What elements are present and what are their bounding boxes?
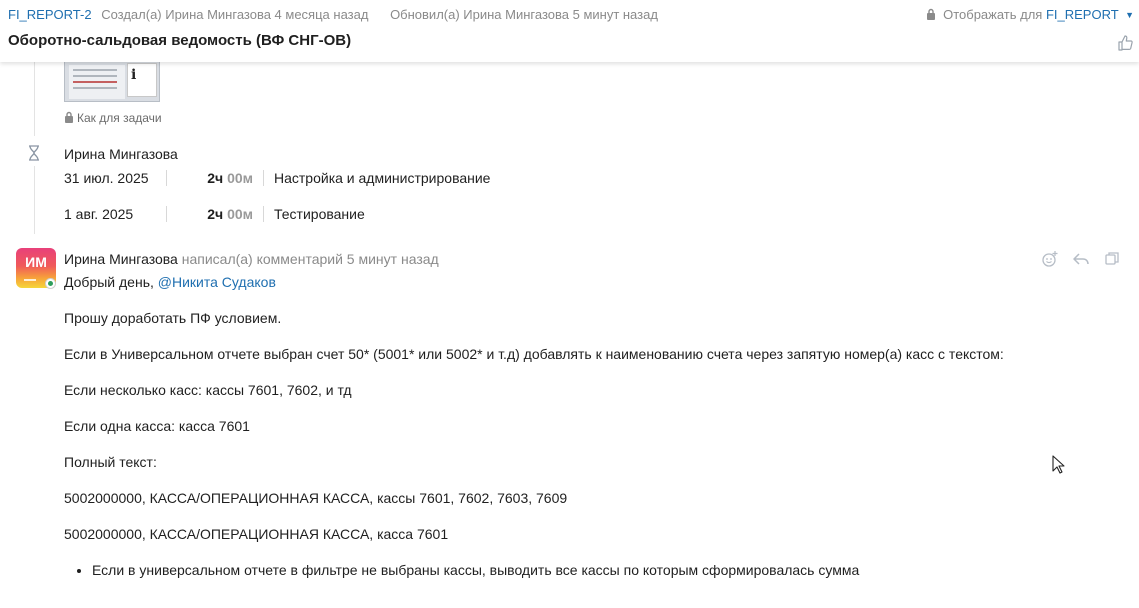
comment-author[interactable]: Ирина Мингазова [64, 251, 178, 267]
comment-paragraph: 5002000000, КАССА/ОПЕРАЦИОННАЯ КАССА, ка… [64, 490, 568, 506]
copy-icon[interactable] [1103, 250, 1121, 268]
worklog-entry: 31 июл. 2025 2ч 00м Настройка и администри… [64, 168, 490, 188]
issue-key-link[interactable]: FI_REPORT-2 [8, 7, 92, 22]
status-badge [45, 278, 56, 289]
worklog-duration: 2ч 00м [167, 204, 263, 224]
emoji-reaction-icon[interactable] [1041, 250, 1059, 268]
issue-header: FI_REPORT-2 Создал(а) Ирина Мингазова 4 … [0, 0, 1139, 62]
comment-body: Добрый день, @Никита Судаков Прошу дораб… [64, 271, 1024, 581]
comment-paragraph: Если в Универсальном отчете выбран счет … [64, 346, 1004, 362]
worklog-date: 31 июл. 2025 [64, 170, 149, 186]
worklog-minutes: 00м [227, 206, 253, 222]
comment-paragraph: Если одна касса: касса 7601 [64, 418, 250, 434]
page-title: Оборотно-сальдовая ведомость (ВФ СНГ-ОВ) [8, 32, 352, 49]
timeline-line [34, 166, 35, 234]
issue-meta: FI_REPORT-2 Создал(а) Ирина Мингазова 4 … [8, 7, 658, 23]
worklog-activity: Тестирование [274, 206, 365, 222]
lock-icon [926, 8, 936, 24]
lock-icon [64, 111, 74, 126]
worklog-entry: 1 авг. 2025 2ч 00м Тестирование [64, 204, 365, 224]
worklog-author[interactable]: Ирина Мингазова [64, 146, 178, 163]
worklog-duration: 2ч 00м [167, 168, 263, 188]
comment-paragraph: Полный текст: [64, 454, 157, 470]
comment-bullet-list: Если в универсальном отчете в фильтре не… [92, 559, 1024, 581]
comment-action: написал(а) комментарий 5 минут назад [181, 251, 439, 267]
visibility-selector[interactable]: Отображать для FI_REPORT ▼ [926, 7, 1134, 24]
comment-paragraph: Прошу доработать ПФ условием. [64, 310, 282, 326]
worklog-hours: 2ч [207, 170, 224, 186]
avatar-initials: ИМ [25, 254, 47, 270]
chevron-down-icon: ▼ [1125, 10, 1134, 20]
visibility-label: Отображать для [943, 7, 1043, 22]
hourglass-icon [27, 145, 41, 161]
like-icon[interactable] [1117, 35, 1133, 51]
comment-actions [1041, 250, 1121, 268]
user-mention-link[interactable]: @Никита Судаков [158, 274, 276, 290]
comment-header: Ирина Мингазова написал(а) комментарий 5… [64, 251, 439, 268]
worklog-date: 1 авг. 2025 [64, 206, 134, 222]
comment-paragraph: 5002000000, КАССА/ОПЕРАЦИОННАЯ КАССА, ка… [64, 526, 449, 542]
attachment-visibility: Как для задачи [64, 111, 162, 126]
greeting-text: Добрый день, [64, 274, 154, 290]
list-item: Если в универсальном отчете в фильтре не… [92, 559, 1024, 581]
comment-greeting: Добрый день, @Никита Судаков [64, 271, 1024, 293]
worklog-hours: 2ч [207, 206, 224, 222]
timeline-line [34, 62, 35, 136]
created-info: Создал(а) Ирина Мингазова 4 месяца назад [101, 7, 369, 22]
worklog-minutes: 00м [227, 170, 253, 186]
reply-icon[interactable] [1072, 250, 1090, 268]
visibility-project: FI_REPORT [1045, 7, 1119, 22]
updated-info: Обновил(а) Ирина Мингазова 5 минут назад [390, 7, 658, 22]
visibility-note: Как для задачи [77, 111, 162, 125]
mouse-cursor-icon [1052, 455, 1066, 475]
attachment-thumbnail[interactable]: i [64, 58, 160, 102]
worklog-activity: Настройка и администрирование [274, 170, 491, 186]
comment-paragraph: Если несколько касс: кассы 7601, 7602, и… [64, 382, 352, 398]
